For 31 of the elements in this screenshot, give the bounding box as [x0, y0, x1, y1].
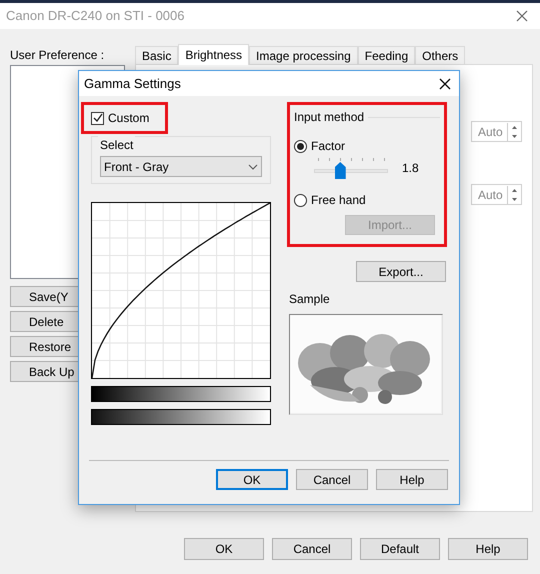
tab[interactable]: Others — [415, 46, 466, 64]
radio-label: Factor — [311, 138, 346, 155]
tab[interactable]: Brightness — [178, 44, 250, 65]
chevron-down-icon — [248, 164, 258, 170]
radio-label: Free hand — [311, 192, 366, 209]
factor-value: 1.8 — [402, 160, 419, 177]
export-button[interactable]: Export... — [356, 261, 446, 282]
dialog-button[interactable]: Help — [376, 469, 448, 490]
dialog-button[interactable]: Cancel — [272, 538, 352, 560]
user-preference-label: User Preference : — [10, 47, 106, 64]
dialog-button[interactable]: Default — [360, 538, 440, 560]
dialog-button[interactable]: Cancel — [296, 469, 368, 490]
radio-button[interactable] — [294, 140, 307, 152]
custom-checkbox[interactable] — [91, 112, 104, 124]
dialog-title: Gamma Settings — [84, 74, 181, 93]
sample-label: Sample — [289, 291, 331, 308]
window-title: Canon DR-C240 on STI - 0006 — [6, 7, 184, 26]
factor-slider[interactable] — [314, 157, 388, 179]
slider-thumb[interactable] — [334, 162, 346, 179]
custom-label: Custom — [108, 110, 150, 127]
tab[interactable]: Feeding — [358, 46, 416, 64]
close-icon[interactable] — [439, 78, 451, 90]
radio-button[interactable] — [294, 194, 307, 206]
dialog-button[interactable]: Help — [448, 538, 528, 560]
input-method-label: Input method — [294, 109, 364, 126]
select-dropdown[interactable]: Front - Gray — [100, 156, 262, 177]
check-icon — [92, 113, 102, 123]
tab[interactable]: Basic — [135, 46, 178, 64]
dialog-button[interactable]: OK — [184, 538, 264, 560]
tab[interactable]: Image processing — [249, 46, 358, 64]
dialog-button[interactable]: OK — [216, 469, 288, 490]
